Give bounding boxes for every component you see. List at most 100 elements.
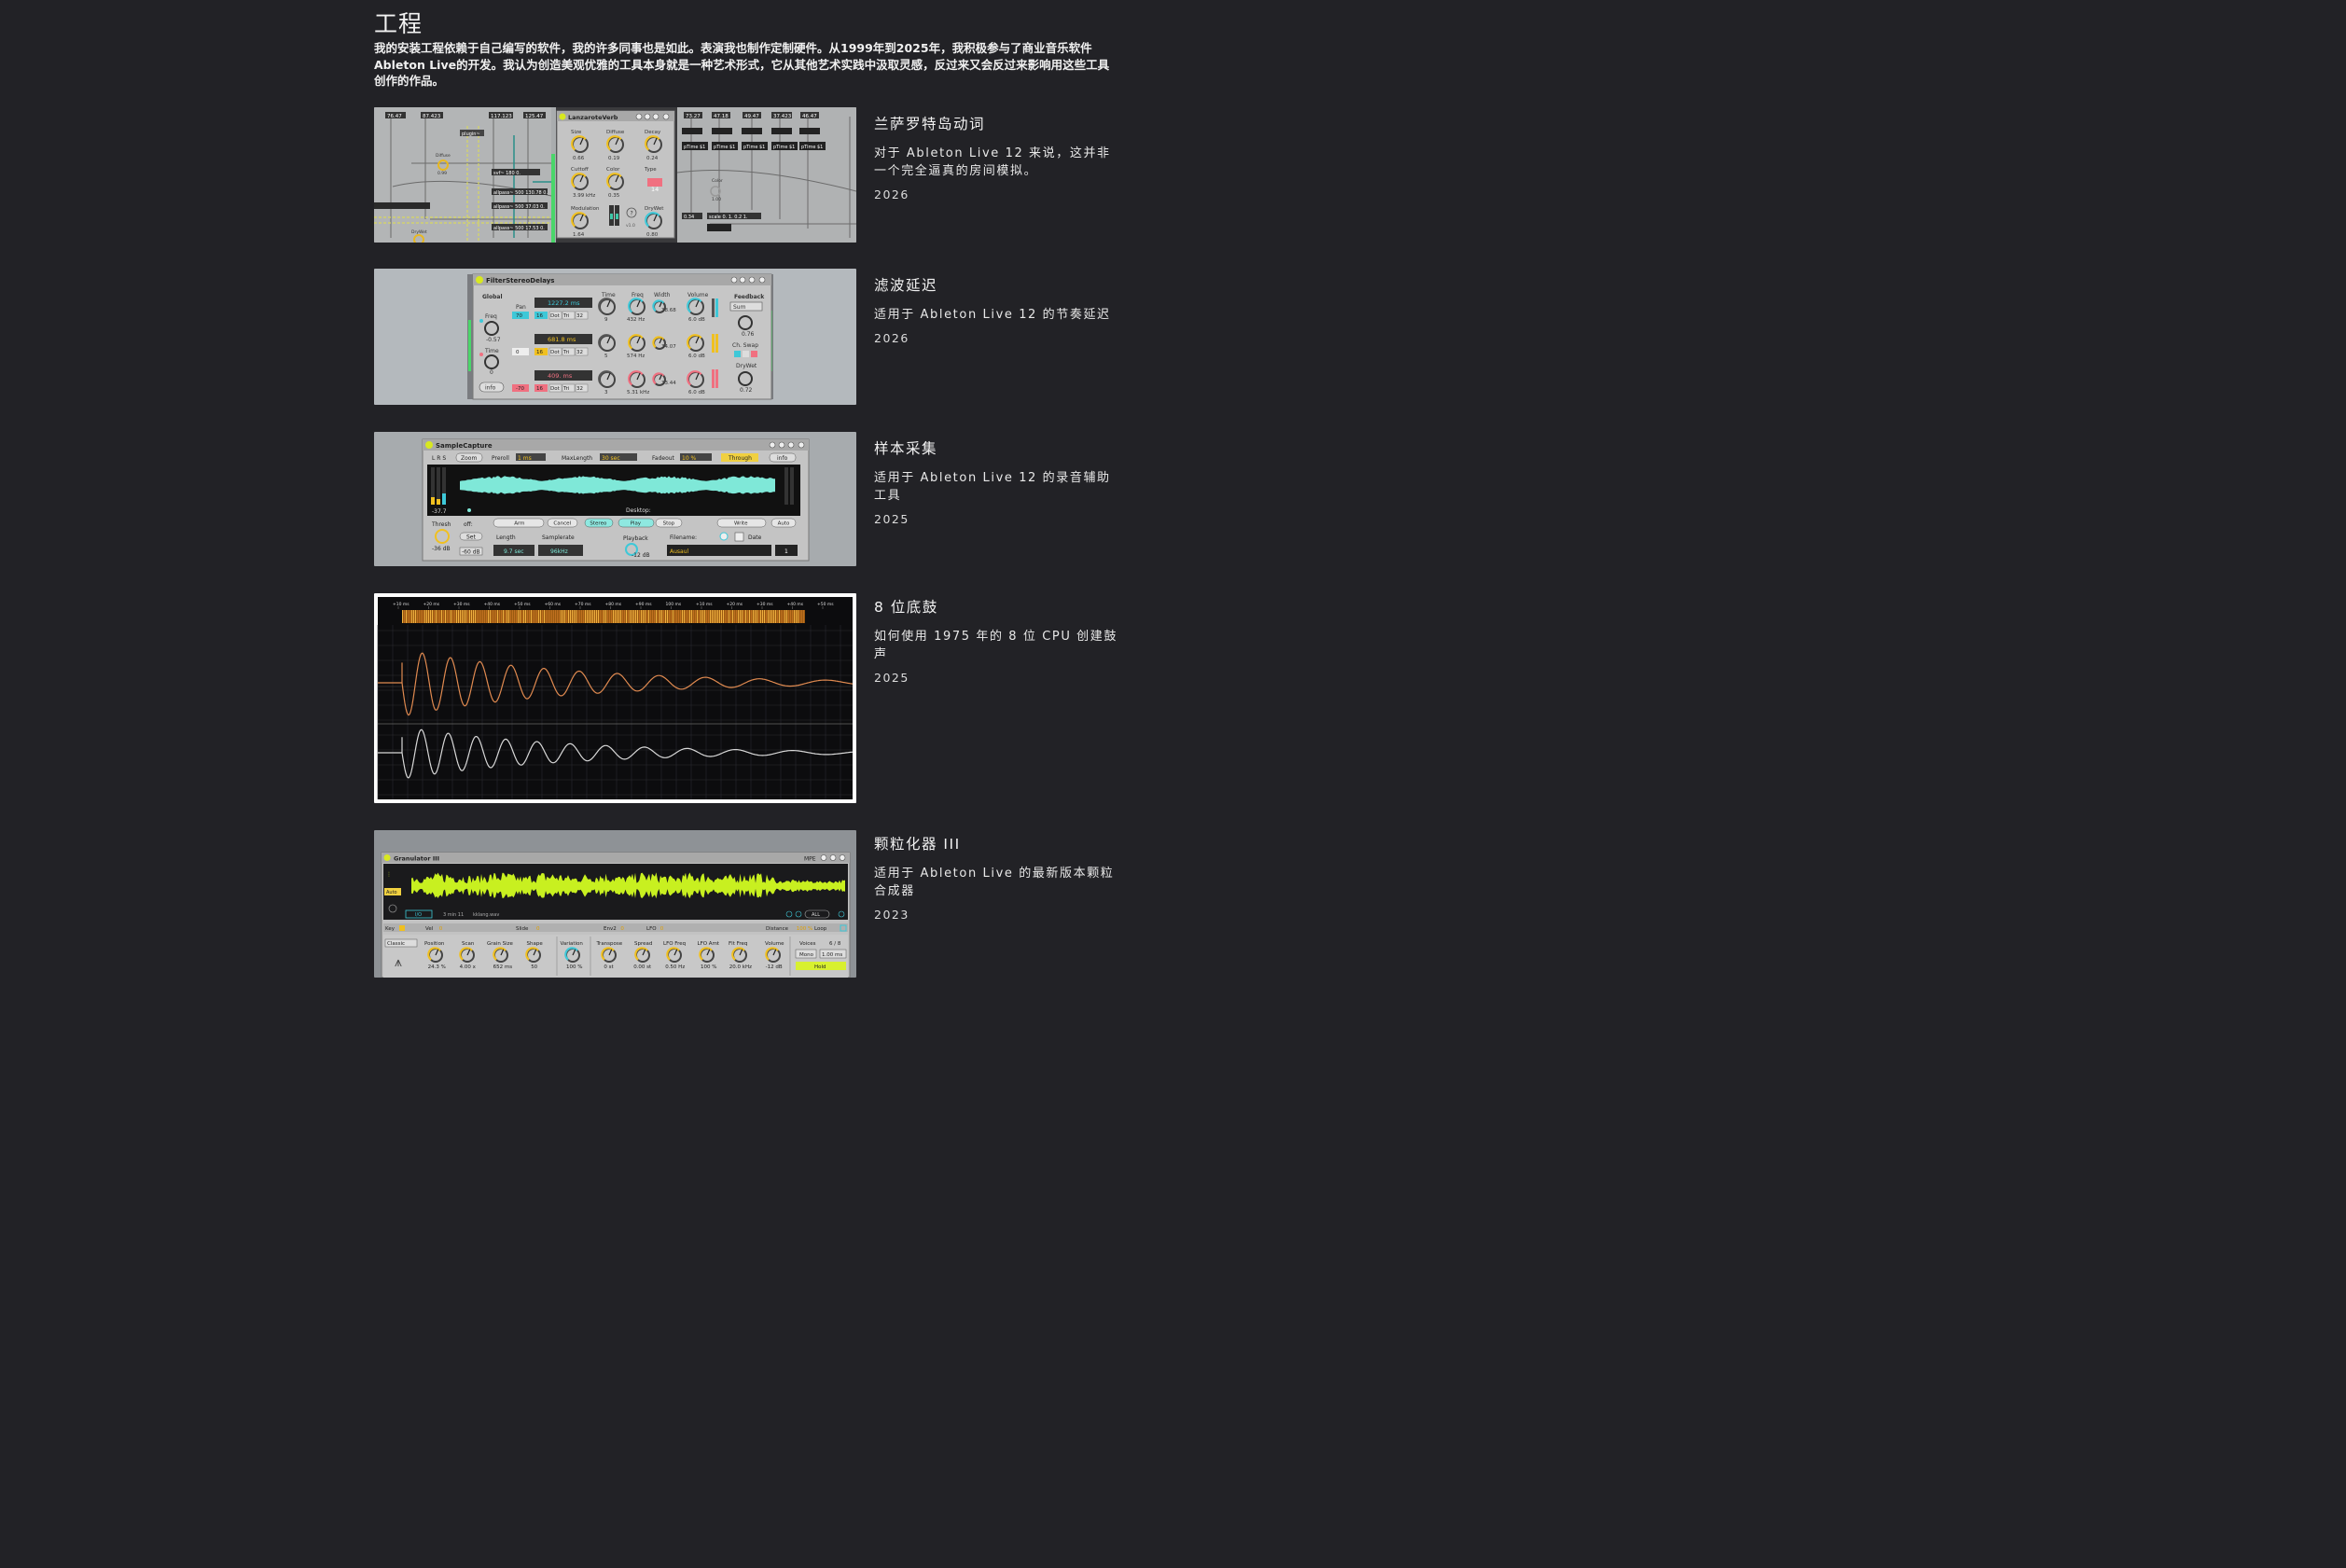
svg-text:Through: Through [728,455,752,462]
mod-label: Slide [516,926,529,932]
project-year: 2025 [874,671,909,685]
mod-value: 0 [536,926,540,932]
knob-value: 652 ms [493,964,513,970]
svg-text:off:: off: [464,521,473,528]
knob-label: Diffuse [606,130,625,135]
project-info: 兰萨罗特岛动词 对于 Ableton Live 12 来说，这并非一个完全逼真的… [874,113,1118,201]
patch-number: 125.47 [525,114,544,119]
knob-label: Shape [527,941,544,947]
knob-label: Size [571,130,582,135]
mode-button: Tri [562,350,570,355]
knob-label: Transpose [596,941,623,947]
svg-text:38.68: 38.68 [661,308,676,313]
device-title: FilterStereoDelays [486,277,554,284]
mod-label: Vel [425,926,434,932]
svg-text:+80 ms: +80 ms [605,602,622,607]
svg-text:0.34: 0.34 [684,215,694,220]
svg-text:Time: Time [484,348,499,354]
sample-capture-screenshot[interactable]: SampleCapture L R S Zoom Preroll 1 ms Ma… [374,432,856,566]
svg-text:+40 ms: +40 ms [787,602,804,607]
svg-text:-36 dB: -36 dB [432,546,451,552]
project-title[interactable]: 滤波延迟 [874,274,1118,295]
lanzarote-verb-screenshot[interactable]: 76.47 87.423 117.123 125.47 73.27 47.18 … [374,107,856,243]
project-title[interactable]: 8 位底鼓 [874,596,1118,617]
mod-value: 0 [439,926,443,932]
svg-text:6.0 dB: 6.0 dB [688,317,705,323]
svg-text:+30 ms: +30 ms [757,602,773,607]
svg-text:96kHz: 96kHz [550,548,568,555]
8bit-kick-waveform: +10 ms +20 ms +30 ms +40 ms +50 ms +60 ms +70 … [374,593,856,803]
mode-button: Tri [562,313,570,319]
knob-value: 0 st [604,964,614,970]
division: 16 [536,386,543,392]
knob-value: 0.35 [608,193,620,199]
mod-label: LFO [646,926,657,932]
svg-text:34.07: 34.07 [661,344,676,350]
svg-text:0.99: 0.99 [437,171,447,176]
knob-label: Volume [765,941,784,947]
mode-button: 32 [576,350,583,355]
svg-text:1: 1 [784,548,788,555]
mode-button: Dot [550,350,561,355]
knob-value: -12 dB [766,964,783,970]
svg-text:kklang.wav: kklang.wav [473,912,499,918]
project-info: 滤波延迟 适用于 Ableton Live 12 的节奏延迟 2026 [874,274,1118,345]
svg-text:allpass~ 500 17.53 0.: allpass~ 500 17.53 0. [493,226,545,231]
knob-value: 0.80 [646,232,659,238]
svg-text:DryWet: DryWet [736,363,757,369]
svg-text:info: info [777,455,788,462]
svg-text:100 ms: 100 ms [666,602,682,607]
svg-text:-37.7: -37.7 [432,508,447,515]
pan-value: 0 [516,350,520,355]
lanzarote-verb-device: 76.47 87.423 117.123 125.47 73.27 47.18 … [374,107,856,243]
mod-label: Key [385,926,396,932]
svg-text:MPE: MPE [804,856,816,863]
svg-text:Ausaul: Ausaul [670,548,689,555]
svg-text:432 Hz: 432 Hz [627,317,645,323]
svg-text:5: 5 [604,354,608,359]
project-info: 8 位底鼓 如何使用 1975 年的 8 位 CPU 创建鼓声 2025 [874,596,1118,685]
knob-label: Scan [462,941,475,947]
svg-text:Diffuse: Diffuse [436,153,451,159]
svg-text:+60 ms: +60 ms [545,602,562,607]
svg-text:9.7 sec: 9.7 sec [504,548,524,555]
filter-delays-screenshot[interactable]: FilterStereoDelays Global Freq -0.57 Tim… [374,269,856,405]
patch-number: 46.47 [802,114,817,119]
knob-label: Position [424,941,445,947]
svg-text:Sum: Sum [733,304,746,311]
svg-text:+50 ms: +50 ms [817,602,834,607]
project-year: 2023 [874,908,909,922]
knob-value: 100 % [701,964,716,970]
knob-value: 0.00 st [633,964,652,970]
knob-label: Type [644,167,657,173]
svg-text:6.0 dB: 6.0 dB [688,390,705,395]
division: 16 [536,350,543,355]
knob-label: DryWet [645,206,664,212]
project-title[interactable]: 样本采集 [874,437,1118,458]
svg-text:pTime $1: pTime $1 [714,145,735,150]
delay-time: 1227.2 ms [548,299,580,307]
project-title[interactable]: 颗粒化器 III [874,833,1118,853]
knob-value: 100 % [566,964,582,970]
svg-text:+10 ms: +10 ms [393,602,410,607]
svg-text:ALL: ALL [812,912,820,918]
svg-text:10 %: 10 % [682,455,697,462]
project-info: 颗粒化器 III 适用于 Ableton Live 的最新版本颗粒合成器 202… [874,833,1118,922]
svg-text:plugin~: plugin~ [462,132,480,137]
8bit-kick-screenshot[interactable]: +10 ms +20 ms +30 ms +40 ms +50 ms +60 ms +70 … [374,593,856,803]
project-title[interactable]: 兰萨罗特岛动词 [874,113,1118,133]
knob-value: 0.66 [573,156,585,161]
mode-button: Dot [550,386,561,392]
svg-text:-60 dB: -60 dB [462,549,480,556]
knob-label: Modulation [571,206,600,212]
division: 16 [536,313,543,319]
patch-number: 49.47 [744,114,759,119]
svg-text:Thresh: Thresh [431,521,451,528]
svg-text:svf~ 180 0.: svf~ 180 0. [493,171,521,176]
mod-value: 0 [660,926,664,932]
svg-text:Playback: Playback [623,535,648,542]
granulator-screenshot[interactable]: Granulator III MPE Auto ⫶ I/O 3 min 11 k… [374,830,856,978]
svg-text:Freq: Freq [632,292,644,298]
svg-text:+40 ms: +40 ms [484,602,501,607]
svg-text:0.76: 0.76 [742,331,755,338]
